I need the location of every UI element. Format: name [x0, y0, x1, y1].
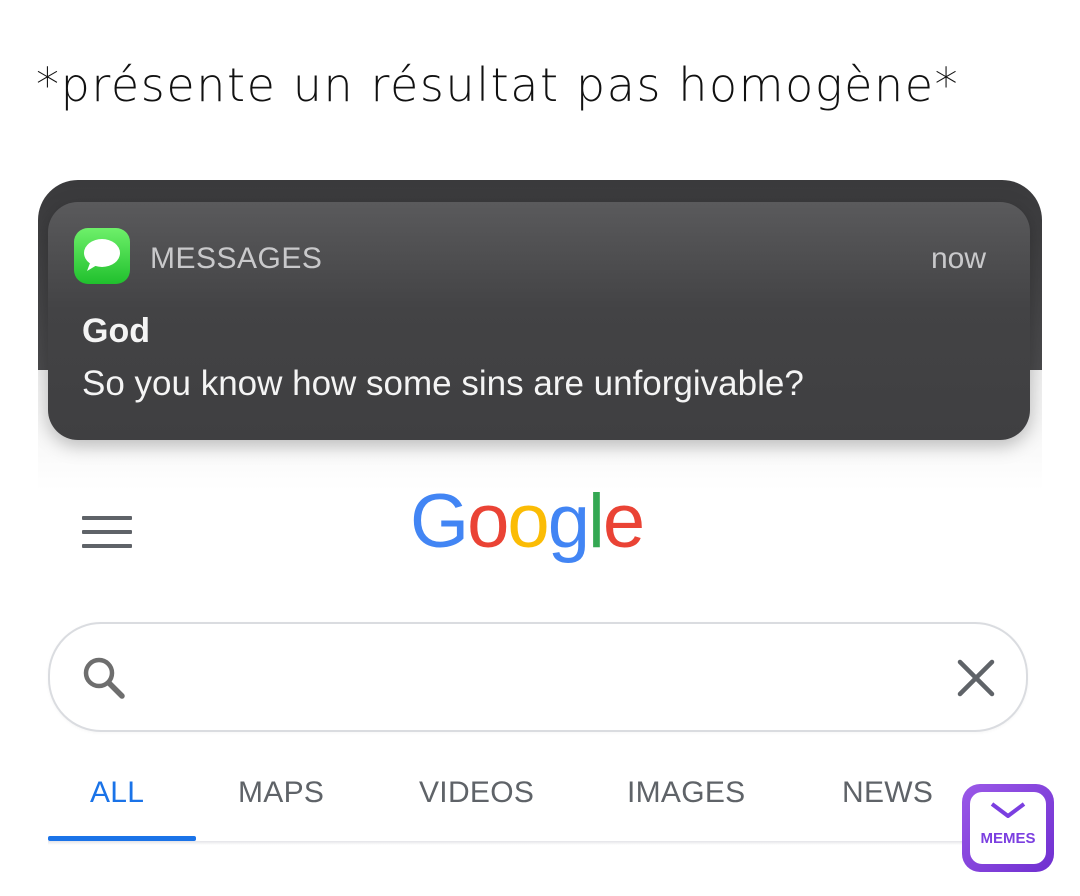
notification-time: now: [930, 242, 986, 275]
tab-videos[interactable]: VIDEOS: [419, 776, 534, 810]
logo-letter: l: [587, 479, 605, 564]
tab-maps[interactable]: MAPS: [238, 776, 324, 810]
search-bar[interactable]: [48, 622, 1028, 732]
messages-bubble-icon: [74, 228, 130, 284]
notification-app-name: MESSAGES: [150, 242, 323, 275]
search-input[interactable]: [160, 652, 944, 704]
envelope-icon: [990, 802, 1026, 818]
hamburger-menu-icon[interactable]: [82, 516, 132, 548]
logo-letter: o: [507, 479, 549, 564]
tab-all[interactable]: ALL: [90, 776, 144, 810]
active-tab-indicator: [48, 836, 196, 841]
notification-sender: God: [82, 312, 150, 350]
close-icon[interactable]: [956, 658, 996, 702]
watermark-label: MEMES: [980, 830, 1036, 847]
logo-letter: e: [602, 479, 645, 564]
tab-images[interactable]: IMAGES: [627, 776, 746, 810]
meme-caption: *présente un résultat pas homogène*: [36, 58, 960, 112]
logo-letter: g: [547, 479, 590, 564]
messages-notification[interactable]: MESSAGES now God So you know how some si…: [48, 202, 1030, 440]
logo-letter: G: [410, 479, 469, 564]
logo-letter: o: [467, 479, 509, 564]
tabs-divider: [48, 841, 1038, 845]
tab-news[interactable]: NEWS: [842, 776, 933, 810]
search-icon[interactable]: [80, 654, 128, 706]
google-logo[interactable]: Google: [410, 478, 645, 565]
notification-message: So you know how some sins are unforgivab…: [82, 364, 804, 403]
phone-screenshot: MESSAGES now God So you know how some si…: [38, 180, 1042, 896]
memes-watermark-logo: MEMES: [962, 784, 1054, 872]
